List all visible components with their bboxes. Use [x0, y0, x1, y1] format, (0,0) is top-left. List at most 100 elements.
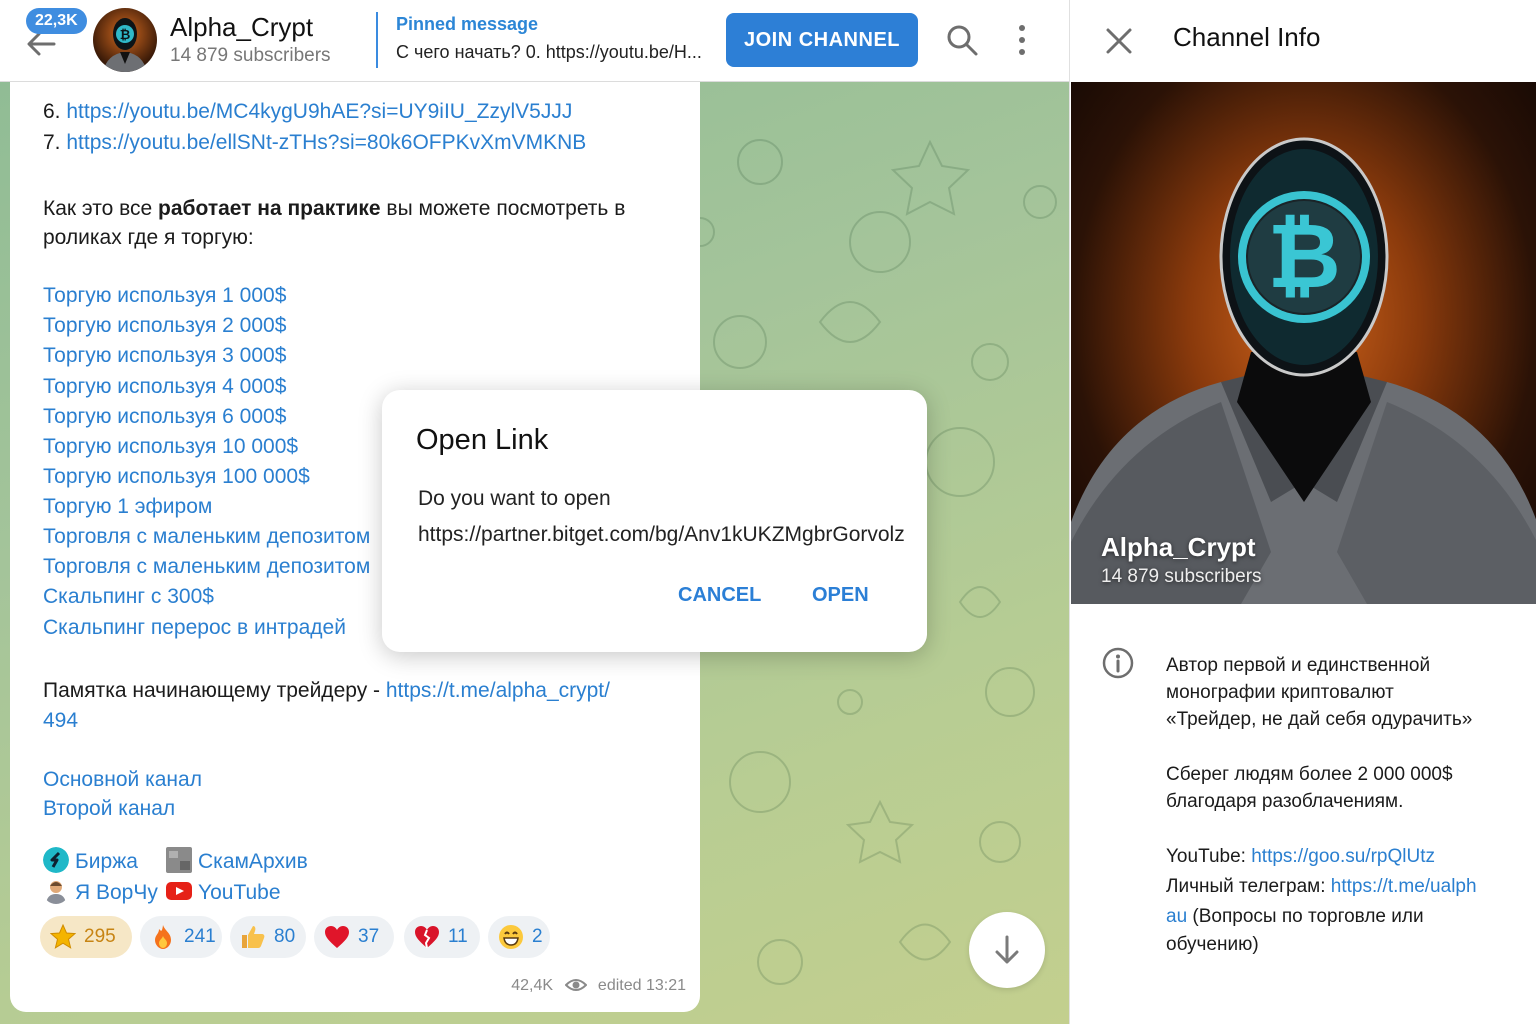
channel-info-panel: Channel Info ₿ Alpha_Crypt 14 879 subscr… [1069, 0, 1536, 1024]
video-link[interactable]: Торговля с маленьким депозитом [43, 523, 370, 551]
cover-channel-name: Alpha_Crypt [1101, 532, 1256, 562]
pinned-message-text: С чего начать? 0. https://youtu.be/H... [396, 42, 702, 62]
description-line: благодаря разоблачениям. [1166, 791, 1404, 812]
telegram-link-continued[interactable]: au [1166, 906, 1187, 927]
grin-icon [499, 925, 523, 949]
reaction-heart[interactable]: 37 [314, 916, 394, 958]
telegram-note-line: обучению) [1166, 934, 1259, 955]
scam-archive-row: СкамАрхив [166, 847, 308, 876]
memo-text: Памятка начинающему трейдеру - [43, 679, 386, 702]
person-emoji-icon [46, 881, 66, 904]
open-link-dialog: Open Link Do you want to open https://pa… [382, 390, 927, 652]
main-channel-link[interactable]: Основной канал [43, 766, 202, 794]
arrow-left-icon [27, 32, 56, 56]
join-channel-button[interactable]: JOIN CHANNEL [726, 13, 918, 67]
telegram-label: Личный телеграм: [1166, 876, 1331, 897]
video-link[interactable]: Торгую используя 6 000$ [43, 403, 286, 431]
practice-text-bold: работает на практике [158, 197, 381, 220]
more-vertical-icon [1019, 25, 1025, 55]
exchange-logo-icon [43, 847, 69, 873]
video-link[interactable]: Торгую используя 4 000$ [43, 373, 286, 401]
birzha-row: Биржа [43, 847, 138, 876]
svg-text:₿: ₿ [1267, 204, 1340, 309]
video-link[interactable]: Торгую используя 2 000$ [43, 312, 286, 340]
cancel-button[interactable]: CANCEL [678, 584, 761, 607]
ya-vorchu-link[interactable]: Я ВорЧу [75, 881, 158, 904]
heart-icon [325, 926, 349, 948]
memo-line: Памятка начинающему трейдеру - https://t… [43, 677, 610, 705]
open-button[interactable]: OPEN [812, 584, 869, 607]
reaction-count: 241 [184, 926, 216, 947]
view-count: 42,4K [511, 977, 554, 994]
reaction-count: 80 [274, 926, 296, 947]
youtube-row: YouTube [166, 878, 281, 907]
video-link[interactable]: Скальпинг перерос в интрадей [43, 614, 346, 642]
second-channel-link[interactable]: Второй канал [43, 795, 175, 823]
description-line: «Трейдер, не дай себя одурачить» [1166, 709, 1473, 730]
description-line: Автор первой и единственной [1166, 655, 1431, 676]
video-link[interactable]: Торгую 1 эфиром [43, 493, 212, 521]
video-link[interactable]: Торгую используя 3 000$ [43, 342, 286, 370]
channel-subscribers: 14 879 subscribers [170, 45, 331, 66]
reaction-broken-heart[interactable]: 11 [404, 916, 480, 958]
reaction-count: 295 [84, 926, 116, 947]
practice-text: Как это все работает на практике вы може… [43, 195, 625, 223]
ya-vorchu-row: Я ВорЧу [43, 878, 158, 907]
edited-time: edited 13:21 [597, 977, 686, 994]
description-line: монографии криптовалют [1166, 682, 1394, 703]
description-line: Сберег людям более 2 000 000$ [1166, 764, 1453, 785]
scroll-down-button[interactable] [969, 912, 1045, 988]
youtube-line: YouTube: https://goo.su/rpQlUtz [1166, 843, 1435, 870]
channel-title[interactable]: Alpha_Crypt [170, 12, 313, 43]
video-link[interactable]: Торговля с маленьким депозитом [43, 553, 370, 581]
channel-avatar[interactable]: ₿ [93, 8, 157, 72]
chat-header: 22,3K ₿ Alpha_Crypt 14 879 subscribers P… [0, 0, 1069, 82]
youtube-link[interactable]: https://youtu.be/MC4kygU9hAE?si=UY9iIU_Z… [66, 100, 572, 123]
close-icon [1106, 28, 1132, 54]
masked-figure-icon: ₿ [103, 18, 147, 72]
reaction-grin[interactable]: 2 [488, 916, 550, 958]
channel-cover-photo[interactable]: ₿ Alpha_Crypt 14 879 subscribers [1071, 82, 1536, 604]
scam-archive-link[interactable]: СкамАрхив [198, 850, 308, 873]
video-link[interactable]: Торгую используя 1 000$ [43, 282, 286, 310]
star-icon [50, 924, 76, 949]
practice-text-pre: Как это все [43, 197, 159, 220]
archive-image-icon [166, 847, 192, 873]
youtube-link[interactable]: https://youtu.be/ellSNt-zTHs?si=80k6OFPK… [66, 131, 586, 154]
video-link[interactable]: Скальпинг с 300$ [43, 583, 214, 611]
svg-text:₿: ₿ [120, 28, 131, 43]
reaction-count: 37 [358, 926, 380, 947]
memo-link-continued[interactable]: 494 [43, 707, 78, 735]
youtube-link[interactable]: YouTube [198, 881, 281, 904]
youtube-url-link[interactable]: https://goo.su/rpQlUtz [1251, 846, 1435, 867]
pinned-message-label: Pinned message [396, 14, 539, 34]
birzha-link[interactable]: Биржа [75, 850, 138, 873]
message-meta: 42,4K edited 13:21 [511, 977, 686, 995]
search-button[interactable] [944, 22, 980, 58]
masked-bitcoin-figure-image: ₿ [1071, 137, 1536, 604]
reaction-thumbs-up[interactable]: 80 [230, 916, 306, 958]
reaction-star[interactable]: 295 [40, 916, 132, 958]
list-item: 7. https://youtu.be/ellSNt-zTHs?si=80k6O… [43, 129, 586, 157]
youtube-icon [166, 882, 192, 900]
arrow-down-icon [995, 935, 1019, 964]
list-item-number: 6. [43, 100, 61, 123]
list-item-number: 7. [43, 131, 61, 154]
close-button[interactable] [1103, 25, 1135, 57]
telegram-link[interactable]: https://t.me/ualph [1331, 876, 1477, 897]
thumbs-up-icon [242, 926, 265, 948]
video-link[interactable]: Торгую используя 10 000$ [43, 433, 298, 461]
pinned-message[interactable]: Pinned message С чего начать? 0. https:/… [376, 12, 706, 68]
search-icon [947, 25, 978, 56]
fire-icon [155, 925, 171, 949]
memo-link[interactable]: https://t.me/alpha_crypt/ [386, 679, 610, 702]
practice-text-post: вы можете посмотреть в [380, 197, 626, 220]
reaction-fire[interactable]: 241 [140, 916, 222, 958]
youtube-label: YouTube: [1166, 846, 1252, 867]
more-options-button[interactable] [1006, 22, 1038, 58]
dialog-title: Open Link [416, 424, 549, 456]
telegram-line: Личный телеграм: https://t.me/ualph [1166, 873, 1477, 900]
video-link[interactable]: Торгую используя 100 000$ [43, 463, 310, 491]
list-item: 6. https://youtu.be/MC4kygU9hAE?si=UY9iI… [43, 98, 572, 126]
reaction-count: 11 [448, 926, 468, 947]
